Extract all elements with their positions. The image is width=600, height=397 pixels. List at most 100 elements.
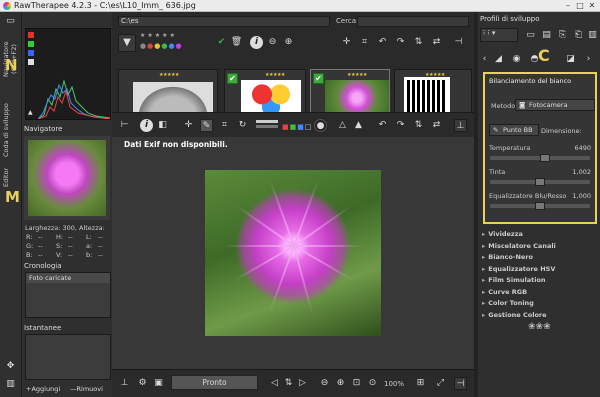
crop-tool-icon[interactable]: ⌗ [218, 119, 231, 132]
zoom-fit-icon[interactable]: ⊡ [350, 377, 363, 390]
tint-slider[interactable] [490, 178, 590, 186]
info-toggle-icon[interactable]: i [140, 119, 153, 132]
green-channel-toggle[interactable] [28, 41, 34, 47]
profile-select[interactable]: ⁝ ⁝ ▾ [480, 28, 518, 42]
temp-slider[interactable] [490, 154, 590, 162]
equalizer-knob[interactable] [535, 202, 545, 210]
rotate-left-editor-icon[interactable]: ↶ [376, 119, 389, 132]
thumbnail-4[interactable]: ★★★★★ [394, 69, 472, 119]
zoom-in-icon[interactable]: ⊕ [282, 36, 295, 49]
profile-clear-icon[interactable]: ▥ [586, 29, 599, 42]
crop-icon[interactable]: ⌗ [358, 36, 371, 49]
search-input[interactable] [357, 16, 469, 27]
history-item[interactable]: Foto caricate [26, 273, 110, 283]
blue-channel-toggle[interactable] [28, 50, 34, 56]
maximize-button[interactable]: □ [575, 1, 585, 11]
zoom-in-viewer-icon[interactable]: ⊕ [334, 377, 347, 390]
thumb-stars[interactable]: ★★★★★ [425, 72, 445, 78]
method-select[interactable]: ◙ Fotocamera [515, 99, 595, 111]
edited-filter-icon[interactable]: ✔ [215, 36, 228, 49]
tool-section-1[interactable]: ▸ Miscelatore Canali [482, 242, 594, 253]
more-icon[interactable]: ⊣ [452, 36, 465, 49]
save-icon[interactable]: ▣ [152, 377, 165, 390]
info-icon[interactable]: i [250, 36, 263, 49]
thumbnail-2[interactable]: ★★★★★ ✔ [224, 69, 306, 116]
add-snapshot-button[interactable]: +Aggiungi [26, 385, 68, 396]
panel-icon[interactable]: ▥ [4, 378, 17, 391]
zoom-100-icon[interactable]: ⊙ [366, 377, 379, 390]
before-after-icon[interactable]: ◧ [156, 119, 169, 132]
red-channel-toggle[interactable] [28, 32, 34, 38]
wb-picker-icon[interactable]: ✎ [200, 119, 213, 132]
tool-section-0[interactable]: ▸ Vividezza [482, 230, 594, 241]
tool-section-4[interactable]: ▸ Film Simulation [482, 276, 594, 287]
fullscreen-icon[interactable]: ⤢ [434, 377, 447, 390]
minimize-button[interactable]: – [563, 1, 573, 11]
flip-vertical-icon[interactable]: ⇅ [412, 36, 425, 49]
trash-filter-icon[interactable]: 🗑 [230, 36, 243, 49]
tab-exposure-icon[interactable]: ◢ [492, 53, 505, 66]
thumb-stars[interactable]: ★★★★★ [265, 72, 285, 78]
focus-mask-icon[interactable]: ● [314, 119, 327, 132]
clipped-shadow-icon[interactable]: ▲ [352, 119, 365, 132]
path-input[interactable]: C:\es [118, 16, 330, 27]
profile-paste-icon[interactable]: ⎗ [572, 29, 585, 42]
queue-icon[interactable]: ⚙ [136, 377, 149, 390]
next-image-icon[interactable]: ▷ [296, 377, 309, 390]
temp-knob[interactable] [539, 154, 550, 162]
channel-toggles[interactable]: ■■■□ [282, 123, 313, 131]
tab-transform-icon[interactable]: ◪ [564, 53, 577, 66]
main-photo[interactable] [205, 170, 381, 336]
filmstrip-toggle-icon[interactable]: ⊥ [118, 377, 131, 390]
rotate-left-icon[interactable]: ↶ [376, 36, 389, 49]
profile-copy-icon[interactable]: ▭ [524, 29, 537, 42]
tabs-right-icon[interactable]: › [582, 53, 595, 66]
tabs-left-icon[interactable]: ‹ [478, 53, 491, 66]
navigator-preview[interactable] [24, 136, 110, 220]
preview-mode-icon[interactable] [256, 118, 278, 134]
hide-right-panel-icon[interactable]: ⊣ [454, 377, 467, 390]
thumbnail-3-selected[interactable]: ★★★★★ ✔ [310, 69, 390, 116]
profile-save-icon[interactable]: ⎘ [556, 29, 569, 42]
profile-open-icon[interactable]: ▤ [540, 29, 553, 42]
zoom-out-viewer-icon[interactable]: ⊖ [318, 377, 331, 390]
tab-detail-icon[interactable]: ◉ [510, 53, 523, 66]
flip-horizontal-icon[interactable]: ⇄ [430, 36, 443, 49]
thumbnail-1[interactable]: ★★★★★ [118, 69, 218, 116]
tool-section-2[interactable]: ▸ Bianco-Nero [482, 253, 594, 264]
straighten-icon[interactable]: ↻ [236, 119, 249, 132]
luminance-toggle[interactable] [28, 59, 34, 65]
zoom-out-icon[interactable]: ⊖ [266, 36, 279, 49]
tool-section-7[interactable]: ▸ Gestione Colore [482, 311, 594, 322]
new-window-icon[interactable]: ⊞ [414, 377, 427, 390]
hand-tool-icon[interactable]: ✛ [182, 119, 195, 132]
hide-left-panel-icon[interactable]: ⊢ [118, 119, 131, 132]
remove-snapshot-button[interactable]: —Rimuovi [70, 385, 112, 396]
crosshair-icon[interactable]: ✛ [340, 36, 353, 49]
close-button[interactable]: ✕ [587, 1, 597, 11]
flip-h-editor-icon[interactable]: ⇄ [430, 119, 443, 132]
rotate-right-icon[interactable]: ↷ [394, 36, 407, 49]
folder-icon[interactable]: ▭ [4, 15, 17, 28]
spot-wb-button[interactable]: ✎ Punto BB [489, 124, 539, 136]
filter-icon[interactable]: ▼ [118, 34, 136, 52]
flip-v-editor-icon[interactable]: ⇅ [412, 119, 425, 132]
clipped-highlight-icon[interactable]: △ [336, 119, 349, 132]
tint-knob[interactable] [535, 178, 545, 186]
previous-image-icon[interactable]: ◁ [268, 377, 281, 390]
edited-check-icon: ✔ [227, 73, 238, 84]
tool-section-6[interactable]: ▸ Color Toning [482, 299, 594, 310]
thumb-stars[interactable]: ★★★★★ [159, 72, 179, 78]
move-icon[interactable]: ✥ [4, 360, 17, 373]
tool-section-3[interactable]: ▸ Equalizzatore HSV [482, 265, 594, 276]
tab-queue[interactable]: Coda di sviluppo [2, 100, 20, 160]
tool-section-5[interactable]: ▸ Curve RGB [482, 288, 594, 299]
rating-filter[interactable]: ★★★★★ ●●●●●● [140, 32, 220, 54]
equalizer-slider[interactable] [490, 202, 590, 210]
histogram-bar-icon[interactable]: ▲ [28, 109, 33, 116]
thumb-stars[interactable]: ★★★★★ [347, 72, 367, 78]
rotate-right-editor-icon[interactable]: ↷ [394, 119, 407, 132]
hide-filmstrip-icon[interactable]: ⊥ [454, 119, 467, 132]
sync-icon[interactable]: ⇅ [282, 377, 295, 390]
image-viewer[interactable]: Dati Exif non disponibili. [112, 137, 474, 369]
